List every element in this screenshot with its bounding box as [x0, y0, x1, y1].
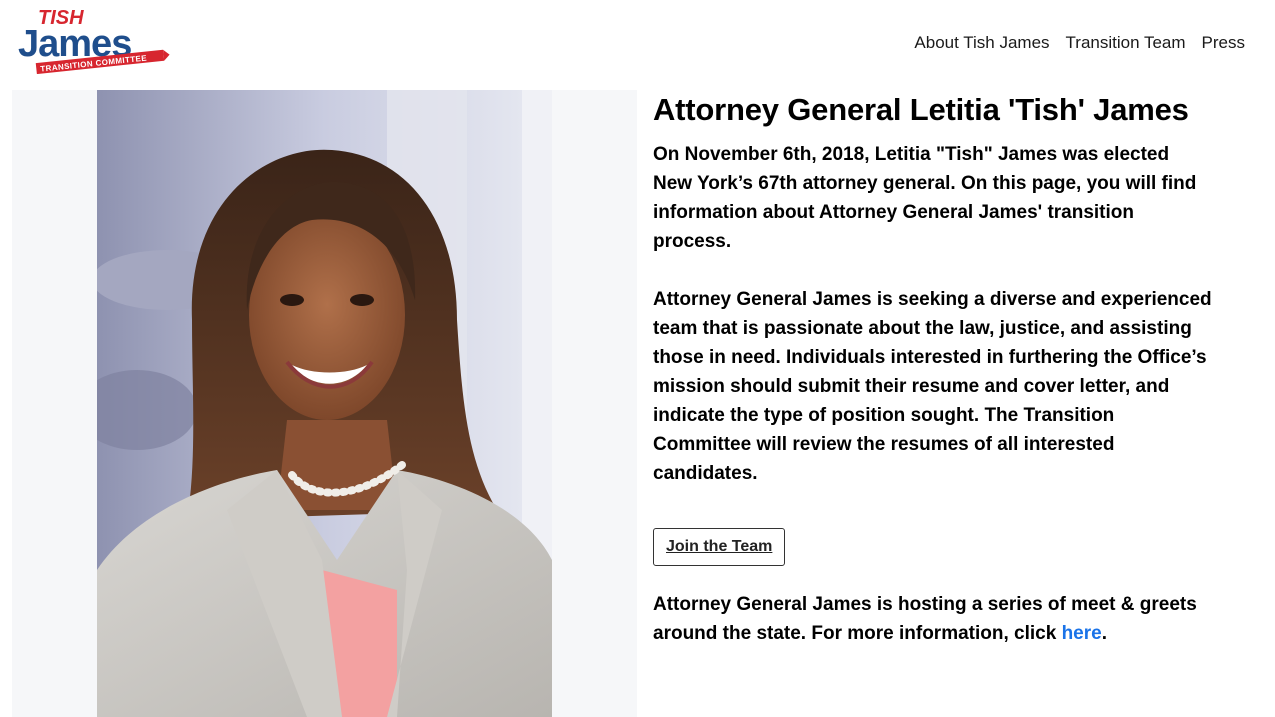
meet-greets-suffix: .	[1101, 623, 1107, 644]
team-paragraph: Attorney General James is seeking a dive…	[653, 289, 1212, 484]
main-nav: About Tish James Transition Team Press	[906, 32, 1253, 54]
logo-graphic: TISH James TRANSITION COMMITTEE	[18, 7, 170, 75]
nav-about-tish-james[interactable]: About Tish James	[906, 32, 1057, 54]
here-link[interactable]: here	[1062, 623, 1102, 644]
site-logo[interactable]: TISH James TRANSITION COMMITTEE	[14, 4, 170, 75]
page: TISH James TRANSITION COMMITTEE About Ti…	[0, 0, 1275, 717]
page-title: Attorney General Letitia 'Tish' James	[653, 92, 1189, 127]
header: TISH James TRANSITION COMMITTEE About Ti…	[0, 0, 1275, 88]
join-the-team-button[interactable]: Join the Team	[653, 528, 786, 566]
nav-transition-team[interactable]: Transition Team	[1058, 32, 1194, 54]
portrait-photo	[97, 90, 552, 717]
meet-greets-paragraph: Attorney General James is hosting a seri…	[653, 590, 1213, 648]
meet-greets-text: Attorney General James is hosting a seri…	[653, 594, 1197, 644]
main-content: Attorney General Letitia 'Tish' James On…	[653, 92, 1253, 648]
intro-paragraph: On November 6th, 2018, Letitia "Tish" Ja…	[653, 144, 1197, 252]
nav-press[interactable]: Press	[1194, 32, 1253, 54]
